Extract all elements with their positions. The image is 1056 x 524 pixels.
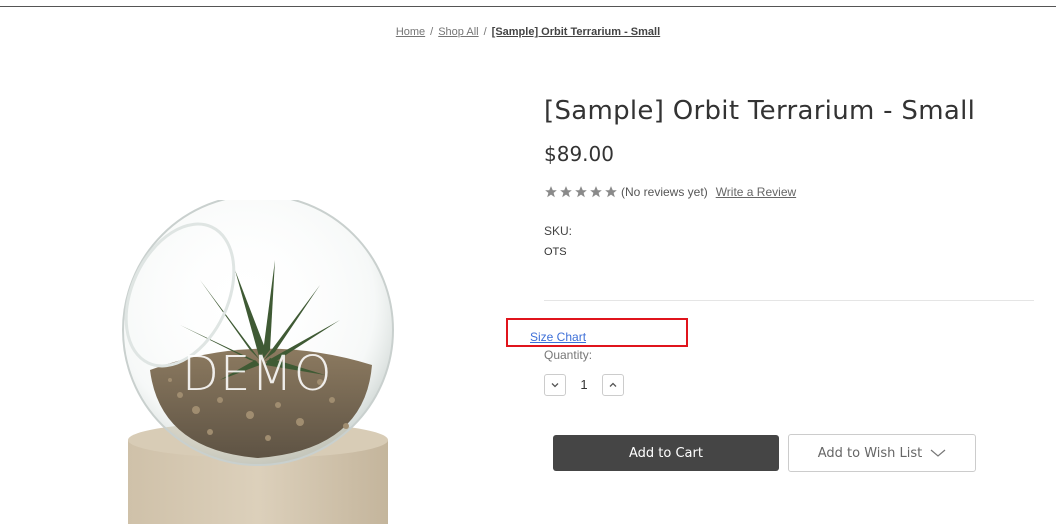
chevron-down-icon xyxy=(930,449,946,457)
add-to-cart-label: Add to Cart xyxy=(629,445,703,461)
breadcrumb-home[interactable]: Home xyxy=(396,26,425,38)
chevron-down-icon xyxy=(551,383,559,388)
demo-watermark: DEMO xyxy=(182,346,333,402)
quantity-input[interactable]: 1 xyxy=(576,377,592,392)
star-icon xyxy=(545,186,557,198)
add-to-cart-button[interactable]: Add to Cart xyxy=(553,435,779,471)
write-review-link[interactable]: Write a Review xyxy=(716,185,796,199)
top-divider xyxy=(0,6,1056,7)
breadcrumb-current[interactable]: [Sample] Orbit Terrarium - Small xyxy=(492,26,661,38)
reviews-count: (No reviews yet) xyxy=(621,185,708,199)
breadcrumb-shop-all[interactable]: Shop All xyxy=(438,26,478,38)
quantity-decrease-button[interactable] xyxy=(544,374,566,396)
breadcrumb-separator: / xyxy=(483,26,487,38)
breadcrumb: Home / Shop All / [Sample] Orbit Terrarium -… xyxy=(0,26,1056,38)
star-icon xyxy=(575,186,587,198)
breadcrumb-separator: / xyxy=(430,26,434,38)
star-icon xyxy=(560,186,572,198)
product-rating: (No reviews yet) Write a Review xyxy=(544,185,796,199)
size-chart-link[interactable]: Size Chart xyxy=(530,330,586,344)
product-price: $89.00 xyxy=(544,142,614,166)
chevron-up-icon xyxy=(609,382,617,387)
add-to-wishlist-label: Add to Wish List xyxy=(817,445,923,461)
quantity-increase-button[interactable] xyxy=(602,374,624,396)
star-icon xyxy=(590,186,602,198)
quantity-label: Quantity: xyxy=(544,348,593,362)
star-icon xyxy=(605,186,617,198)
product-title: [Sample] Orbit Terrarium - Small xyxy=(544,96,976,126)
sku-label: SKU: xyxy=(544,224,573,238)
add-to-wishlist-button[interactable]: Add to Wish List xyxy=(788,434,976,472)
rating-stars xyxy=(544,185,618,199)
product-image[interactable]: DEMO xyxy=(100,200,440,524)
section-divider xyxy=(544,300,1034,301)
sku-value: OTS xyxy=(544,246,567,258)
